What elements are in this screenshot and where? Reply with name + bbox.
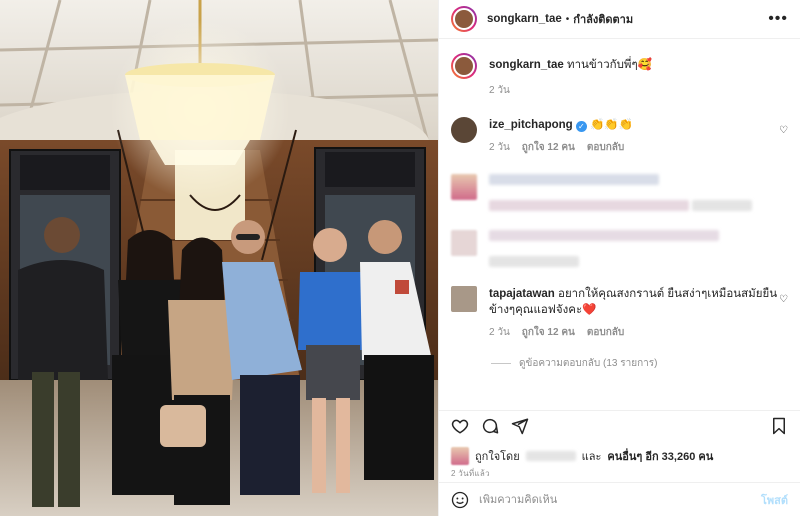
comment-time: 2 วัน (489, 327, 510, 338)
comment-item: tapajatawan อยากให้คุณสงกรานต์ ยืนสง่าๆเ… (451, 286, 788, 341)
liked-by-label: ถูกใจโดย (475, 451, 520, 463)
comment-heart-icon[interactable]: ♡ (779, 294, 788, 305)
view-replies[interactable]: ดูข้อความตอบกลับ (13 รายการ) (491, 356, 788, 371)
caption-text: ทานข้าวกับพี่ๆ🥰 (566, 59, 652, 71)
blurred-avatar (451, 230, 477, 256)
post-comment-button[interactable]: โพสต์ (761, 491, 788, 509)
comment-text: 👏👏👏 (590, 119, 634, 131)
author-avatar[interactable] (451, 6, 477, 32)
comment-username[interactable]: tapajatawan (489, 288, 555, 300)
blurred-comment (451, 174, 788, 216)
commenter-avatar[interactable] (451, 286, 477, 312)
post-photo[interactable] (0, 0, 438, 516)
comments-section: songkarn_tae ทานข้าวกับพี่ๆ🥰 2 วัน ize_p… (439, 39, 800, 410)
add-comment-bar: โพสต์ (439, 482, 800, 516)
commenter-avatar[interactable] (451, 117, 477, 143)
share-icon[interactable] (511, 417, 529, 435)
blurred-liker-name (525, 451, 576, 461)
heart-icon[interactable] (451, 417, 469, 435)
author-username[interactable]: songkarn_tae (487, 13, 562, 25)
reply-button[interactable]: ตอบกลับ (587, 325, 624, 341)
reply-button[interactable]: ตอบกลับ (587, 140, 624, 156)
comment-likes[interactable]: ถูกใจ 12 คน (522, 325, 575, 341)
comment-username[interactable]: ize_pitchapong (489, 119, 573, 131)
blurred-comment (451, 230, 788, 272)
more-icon[interactable]: ••• (768, 10, 788, 28)
instagram-post: songkarn_tae • กำลังติดตาม ••• songkarn_… (0, 0, 800, 516)
caption: songkarn_tae ทานข้าวกับพี่ๆ🥰 2 วัน (451, 53, 788, 99)
likes-summary: ถูกใจโดย และ คนอื่นๆ อีก 33,260 คน (439, 440, 800, 466)
comment-time: 2 วัน (489, 142, 510, 153)
replies-divider (491, 363, 511, 364)
likes-count[interactable]: คนอื่นๆ อีก 33,260 คน (607, 447, 713, 465)
comment-likes[interactable]: ถูกใจ 12 คน (522, 140, 575, 156)
emoji-icon[interactable] (451, 491, 469, 509)
view-replies-label[interactable]: ดูข้อความตอบกลับ (13 รายการ) (519, 356, 657, 371)
comment-icon[interactable] (481, 417, 499, 435)
caption-time: 2 วัน (489, 85, 510, 96)
comment-input[interactable] (479, 493, 751, 506)
comment-item: ize_pitchapong ✓ 👏👏👏 2 วัน ถูกใจ 12 คน ต… (451, 117, 788, 156)
comment-heart-icon[interactable]: ♡ (779, 125, 788, 136)
blurred-avatar (451, 174, 477, 200)
following-button[interactable]: กำลังติดตาม (573, 10, 633, 28)
liked-and-label: และ (581, 451, 602, 463)
bookmark-icon[interactable] (770, 417, 788, 435)
post-time[interactable]: 2 วันที่แล้ว (439, 466, 800, 482)
header-separator: • (565, 13, 570, 25)
post-sidebar: songkarn_tae • กำลังติดตาม ••• songkarn_… (438, 0, 800, 516)
liker-avatar[interactable] (451, 447, 469, 465)
caption-username[interactable]: songkarn_tae (489, 59, 564, 71)
caption-avatar[interactable] (451, 53, 477, 79)
action-bar (439, 410, 800, 440)
group-photo-illustration (0, 0, 438, 516)
verified-badge-icon: ✓ (575, 121, 587, 132)
post-header: songkarn_tae • กำลังติดตาม ••• (439, 0, 800, 39)
